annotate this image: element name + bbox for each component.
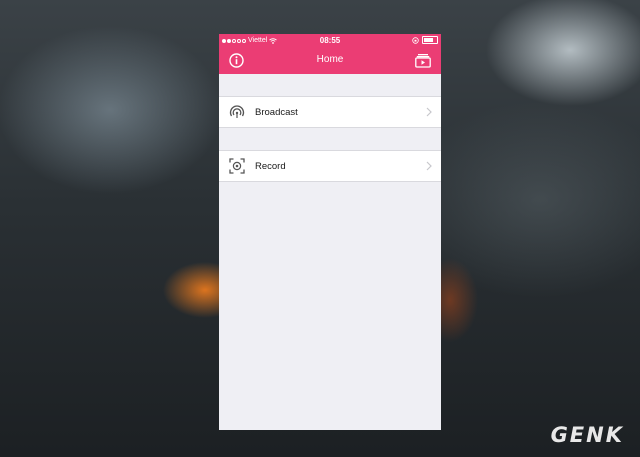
app-screen: Viettel 08:55 Home Broadcast Record [219,34,441,430]
battery-icon [422,36,438,44]
orientation-lock-icon [412,36,419,44]
menu-group-broadcast: Broadcast [219,96,441,128]
chevron-right-icon [426,161,432,171]
nav-bar: Home [219,47,441,74]
menu-item-label: Broadcast [255,106,298,118]
page-title: Home [316,54,344,65]
watermark-logo: GENK [550,423,624,447]
menu-group-record: Record [219,150,441,182]
menu-item-broadcast[interactable]: Broadcast [219,97,441,127]
status-bar: Viettel 08:55 [219,34,441,47]
menu-item-label: Record [255,160,286,172]
status-right [412,36,438,44]
media-library-icon[interactable] [415,53,431,68]
status-time: 08:55 [319,36,341,45]
chevron-right-icon [426,107,432,117]
broadcast-icon [229,105,245,118]
menu-item-record[interactable]: Record [219,151,441,181]
record-icon [229,158,245,174]
